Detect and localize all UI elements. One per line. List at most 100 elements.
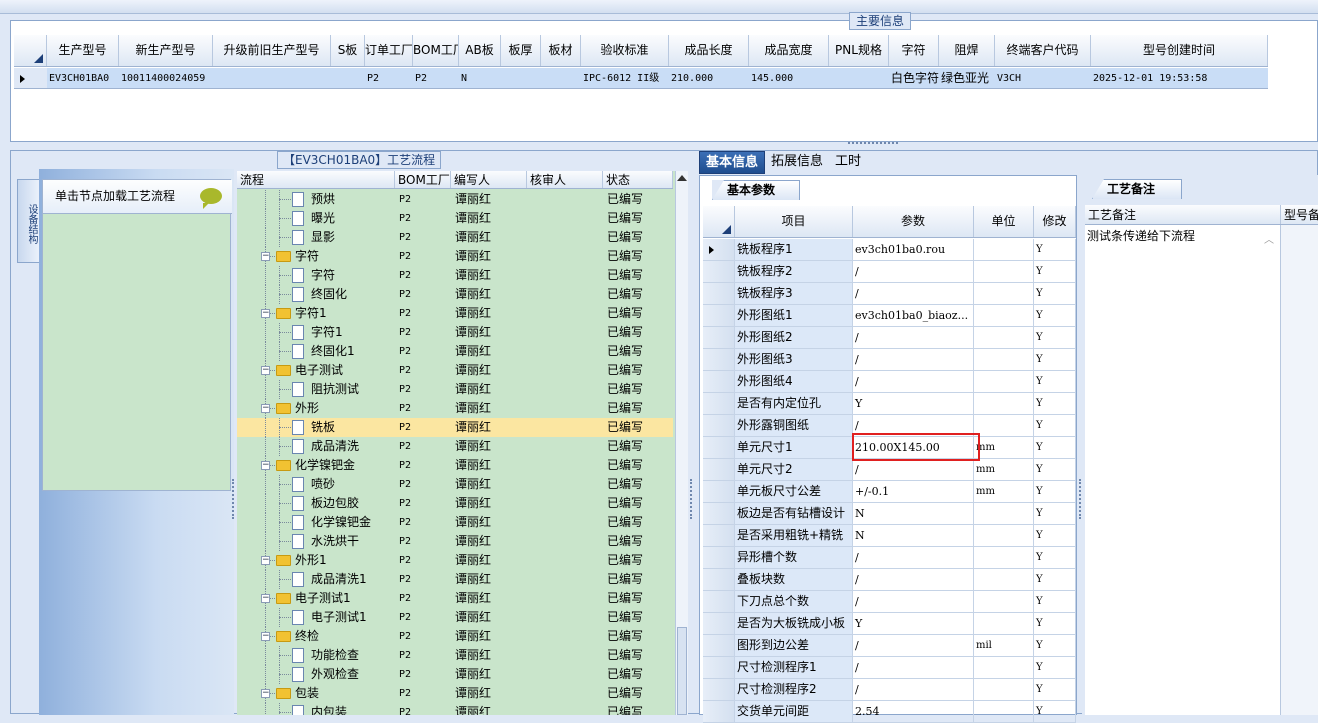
tree-row[interactable]: − 化学镍钯金 P2 谭丽红 已编写 xyxy=(237,456,673,475)
tree-node[interactable]: − 外形1 xyxy=(237,551,395,570)
param-value[interactable]: / xyxy=(853,547,974,568)
tree-node[interactable]: − 终检 xyxy=(237,627,395,646)
param-value[interactable]: N xyxy=(853,503,974,524)
tree-node[interactable]: 内包装 xyxy=(237,703,395,715)
column-header[interactable]: 板厚 xyxy=(501,35,541,66)
tree-node[interactable]: 化学镍钯金 xyxy=(237,513,395,532)
param-modify[interactable]: Y xyxy=(1034,283,1076,304)
param-modify[interactable]: Y xyxy=(1034,459,1076,480)
remark-text-area[interactable]: 测试条传递给下流程 ︿ xyxy=(1085,225,1281,715)
tab-process-remark[interactable]: 工艺备注 xyxy=(1092,179,1182,199)
tree-column-header[interactable]: 编写人 xyxy=(451,171,527,188)
column-header[interactable]: PNL规格 xyxy=(829,35,889,66)
param-unit[interactable] xyxy=(974,261,1034,282)
tab-basic-info[interactable]: 基本信息 xyxy=(699,151,766,174)
param-unit[interactable]: mm xyxy=(974,481,1034,502)
param-unit[interactable] xyxy=(974,349,1034,370)
param-row[interactable]: 外形图纸2/ Y xyxy=(703,327,1076,349)
param-modify[interactable]: Y xyxy=(1034,239,1076,260)
column-header[interactable]: AB板 xyxy=(459,35,501,66)
param-modify[interactable]: Y xyxy=(1034,635,1076,656)
grid-cell[interactable]: 145.000 xyxy=(749,68,829,88)
column-header[interactable]: 型号创建时间 xyxy=(1091,35,1268,66)
param-value[interactable]: / xyxy=(853,415,974,436)
tree-row[interactable]: 预烘 P2 谭丽红 已编写 xyxy=(237,190,673,209)
grid-cell[interactable]: V3CH xyxy=(995,68,1091,88)
param-unit[interactable]: mm xyxy=(974,437,1034,458)
param-modify[interactable]: Y xyxy=(1034,437,1076,458)
column-header[interactable]: S板 xyxy=(331,35,365,66)
tab-basic-params[interactable]: 基本参数 xyxy=(712,180,800,200)
chevron-up-icon[interactable]: ︿ xyxy=(1264,231,1274,246)
tree-node[interactable]: − 外形 xyxy=(237,399,395,418)
param-unit[interactable] xyxy=(974,547,1034,568)
horizontal-splitter[interactable] xyxy=(848,142,898,148)
param-modify[interactable]: Y xyxy=(1034,679,1076,700)
param-row[interactable]: 图形到边公差 / mil Y xyxy=(703,635,1076,657)
tree-node[interactable]: − 字符 xyxy=(237,247,395,266)
param-value[interactable]: +/-0.1 xyxy=(853,481,974,502)
tab-extended-info[interactable]: 拓展信息 xyxy=(765,151,829,174)
param-modify[interactable]: Y xyxy=(1034,349,1076,370)
column-header[interactable]: 阻焊 xyxy=(939,35,995,66)
tree-node[interactable]: 板边包胶 xyxy=(237,494,395,513)
tree-column-header[interactable]: 核审人 xyxy=(527,171,603,188)
param-unit[interactable] xyxy=(974,591,1034,612)
tree-row[interactable]: 成品清洗1 P2 谭丽红 已编写 xyxy=(237,570,673,589)
param-row[interactable]: 单元板尺寸公差 +/-0.1 mm Y xyxy=(703,481,1076,503)
param-row[interactable]: 是否为大板铣成小板 Y Y xyxy=(703,613,1076,635)
param-row[interactable]: 尺寸检测程序1/ Y xyxy=(703,657,1076,679)
params-column-header[interactable]: 单位 xyxy=(974,206,1034,237)
tree-row[interactable]: 功能检查 P2 谭丽红 已编写 xyxy=(237,646,673,665)
collapse-toggle-icon[interactable]: − xyxy=(261,309,270,318)
column-header[interactable]: 成品宽度 xyxy=(749,35,829,66)
scroll-thumb[interactable] xyxy=(677,627,687,715)
grid-cell[interactable]: N xyxy=(459,68,501,88)
param-value[interactable]: Y xyxy=(853,613,974,634)
tree-row[interactable]: 阻抗测试 P2 谭丽红 已编写 xyxy=(237,380,673,399)
param-modify[interactable]: Y xyxy=(1034,591,1076,612)
param-modify[interactable]: Y xyxy=(1034,481,1076,502)
collapse-toggle-icon[interactable]: − xyxy=(261,366,270,375)
tree-node[interactable]: − 化学镍钯金 xyxy=(237,456,395,475)
tree-column-header[interactable]: BOM工厂 xyxy=(395,171,451,188)
params-column-header[interactable]: 参数 xyxy=(853,206,974,237)
tree-row[interactable]: 电子测试1 P2 谭丽红 已编写 xyxy=(237,608,673,627)
param-modify[interactable]: Y xyxy=(1034,503,1076,524)
tree-node[interactable]: 铣板 xyxy=(237,418,395,437)
grid-cell[interactable]: 白色字符 xyxy=(889,68,939,88)
param-unit[interactable]: mm xyxy=(974,459,1034,480)
tree-node[interactable]: 显影 xyxy=(237,228,395,247)
param-modify[interactable]: Y xyxy=(1034,657,1076,678)
tree-row[interactable]: 显影 P2 谭丽红 已编写 xyxy=(237,228,673,247)
param-modify[interactable]: Y xyxy=(1034,569,1076,590)
param-unit[interactable] xyxy=(974,525,1034,546)
grid-corner[interactable] xyxy=(14,35,47,66)
param-value[interactable]: ev3ch01ba0.rou xyxy=(853,239,974,260)
grid-cell[interactable] xyxy=(541,68,581,88)
left-splitter-grip[interactable] xyxy=(232,479,236,519)
tree-node[interactable]: 成品清洗 xyxy=(237,437,395,456)
param-row[interactable]: 单元尺寸2/mm Y xyxy=(703,459,1076,481)
param-modify[interactable]: Y xyxy=(1034,327,1076,348)
param-value[interactable]: / xyxy=(853,283,974,304)
tree-row[interactable]: 终固化 P2 谭丽红 已编写 xyxy=(237,285,673,304)
grid-cell[interactable]: EV3CH01BA0 xyxy=(47,68,119,88)
param-unit[interactable] xyxy=(974,393,1034,414)
param-value[interactable]: / xyxy=(853,591,974,612)
param-row[interactable]: 是否有内定位孔 Y Y xyxy=(703,393,1076,415)
param-row[interactable]: 单元尺寸1 210.00X145.00 mm Y xyxy=(703,437,1076,459)
main-grid-row[interactable]: EV3CH01BA0 10011400024059 P2 P2 N IPC-6012 II… xyxy=(14,68,1268,89)
params-corner[interactable] xyxy=(703,206,735,237)
grid-cell[interactable] xyxy=(331,68,365,88)
column-header[interactable]: 新生产型号 xyxy=(119,35,213,66)
tree-row[interactable]: 内包装 P2 谭丽红 已编写 xyxy=(237,703,673,715)
param-value[interactable]: / xyxy=(853,349,974,370)
params-column-header[interactable]: 修改 xyxy=(1034,206,1076,237)
tree-row[interactable]: − 字符 P2 谭丽红 已编写 xyxy=(237,247,673,266)
tree-node[interactable]: 成品清洗1 xyxy=(237,570,395,589)
grid-cell[interactable]: P2 xyxy=(365,68,413,88)
param-unit[interactable] xyxy=(974,701,1034,722)
tree-row[interactable]: − 外形 P2 谭丽红 已编写 xyxy=(237,399,673,418)
grid-cell[interactable] xyxy=(829,68,889,88)
